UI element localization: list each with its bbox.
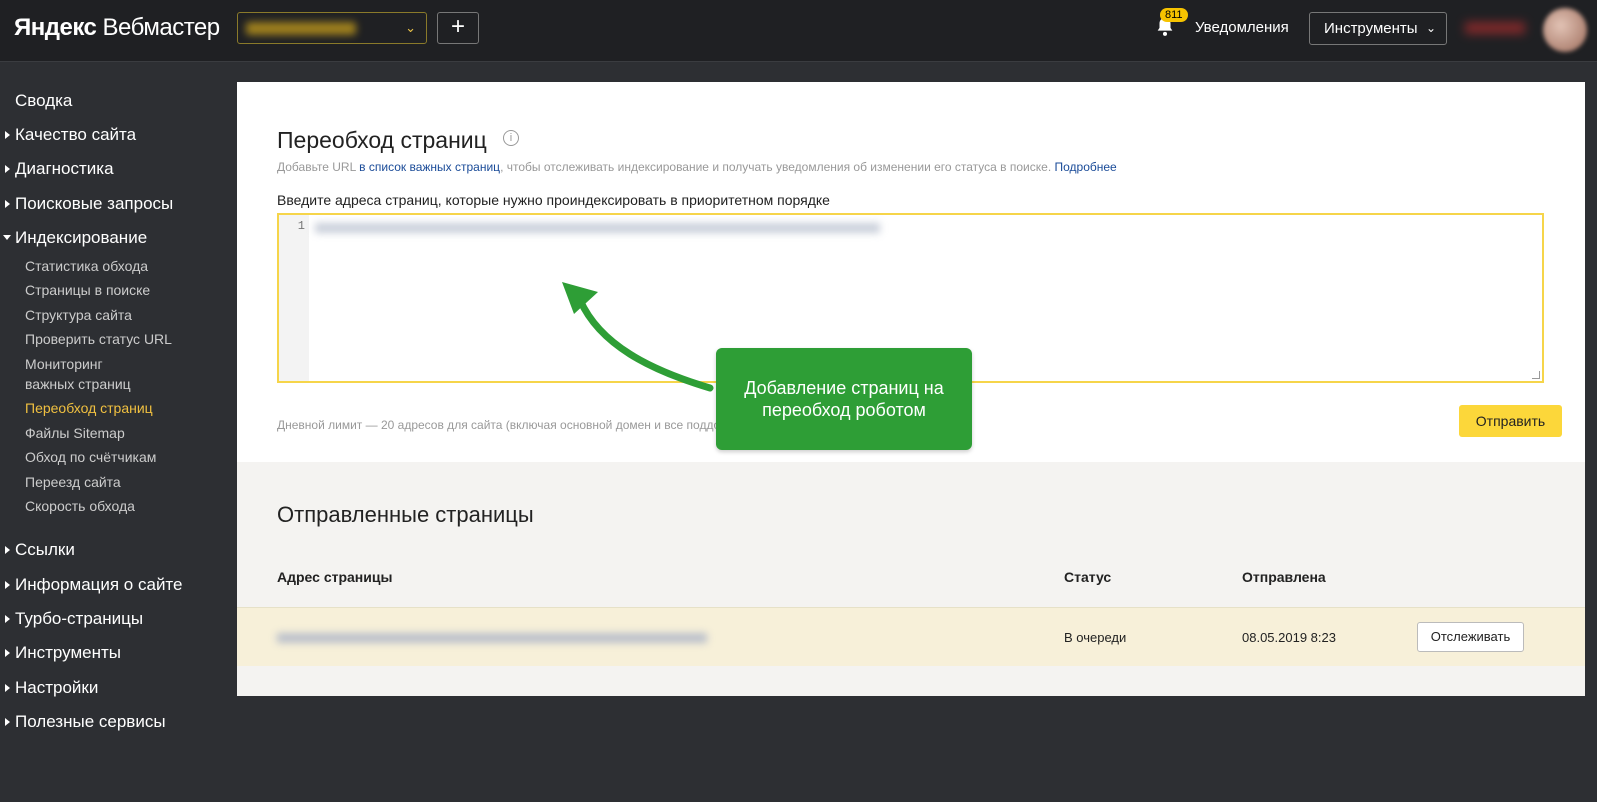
row-url[interactable] [277, 633, 707, 643]
sidebar-subitem-speed[interactable]: Скорость обхода [25, 496, 135, 516]
caret-down-icon [3, 235, 11, 240]
important-pages-link[interactable]: в список важных страниц [359, 160, 500, 174]
sidebar-item-links[interactable]: Ссылки [5, 540, 75, 560]
sidebar-item-turbo[interactable]: Турбо-страницы [5, 609, 144, 629]
site-select[interactable]: ⌄ [237, 12, 427, 44]
logo-product: Вебмастер [102, 14, 221, 41]
tools-label: Инструменты [1324, 20, 1418, 37]
caret-right-icon [5, 200, 10, 208]
sidebar-item-label: Индексирование [15, 228, 148, 247]
caret-right-icon [5, 546, 10, 554]
send-button[interactable]: Отправить [1459, 405, 1562, 437]
tools-dropdown[interactable]: Инструменты ⌄ [1309, 12, 1447, 45]
sidebar-item-settings[interactable]: Настройки [5, 678, 99, 698]
more-link[interactable]: Подробнее [1054, 160, 1116, 174]
page-title: Переобход страниц [277, 127, 487, 153]
logo[interactable]: Яндекс Вебмастер [14, 14, 220, 42]
sidebar-item-diagnostics[interactable]: Диагностика [5, 159, 114, 179]
site-select-value [246, 22, 356, 35]
sidebar-item-services[interactable]: Полезные сервисы [5, 712, 166, 732]
sidebar-item-queries[interactable]: Поисковые запросы [5, 194, 174, 214]
line-gutter: 1 [279, 215, 309, 381]
sidebar-item-label: Ссылки [15, 540, 75, 559]
track-button[interactable]: Отслеживать [1417, 622, 1524, 652]
column-header-url: Адрес страницы [277, 569, 393, 585]
sidebar-item-summary[interactable]: Сводка [15, 91, 72, 111]
sidebar-subitem-sitemap[interactable]: Файлы Sitemap [25, 423, 125, 443]
callout-annotation: Добавление страниц на переобход роботом [716, 348, 972, 450]
sidebar-item-tools[interactable]: Инструменты [5, 643, 122, 663]
notifications-badge: 811 [1160, 8, 1188, 22]
avatar[interactable] [1543, 8, 1587, 52]
caret-right-icon [5, 718, 10, 726]
line-number: 1 [297, 219, 305, 233]
caret-right-icon [5, 581, 10, 589]
sent-pages-title: Отправленные страницы [277, 502, 534, 527]
caret-right-icon [5, 649, 10, 657]
notifications-link[interactable]: Уведомления [1195, 19, 1289, 36]
top-header: Яндекс Вебмастер ⌄ + 811 Уведомления Инс… [0, 0, 1597, 62]
sidebar-subitem-crawl-stats[interactable]: Статистика обхода [25, 256, 148, 276]
sidebar-item-label: Информация о сайте [15, 575, 183, 594]
chevron-down-icon: ⌄ [405, 20, 416, 35]
sent-pages-section: Отправленные страницы Адрес страницы Ста… [237, 462, 1585, 696]
sidebar-subitem-counters[interactable]: Обход по счётчикам [25, 447, 156, 467]
sidebar-item-quality[interactable]: Качество сайта [5, 125, 137, 145]
sidebar-item-label: Инструменты [15, 643, 122, 662]
sidebar-item-indexing[interactable]: Индексирование [3, 228, 148, 248]
sidebar-item-label: Настройки [15, 678, 99, 697]
callout-text: Добавление страниц на переобход роботом [744, 378, 944, 420]
user-name[interactable] [1465, 22, 1525, 34]
sidebar-item-label: Качество сайта [15, 125, 137, 144]
sidebar-subitem-check-url[interactable]: Проверить статус URL [25, 329, 172, 349]
sidebar-subitem-move[interactable]: Переезд сайта [25, 472, 121, 492]
sidebar-subitem-monitoring-2[interactable]: важных страниц [25, 374, 131, 394]
sidebar-item-label: Сводка [15, 91, 73, 110]
add-site-button[interactable]: + [437, 12, 479, 44]
sidebar-subitem-monitoring[interactable]: Мониторинг [25, 354, 103, 374]
resize-handle[interactable] [1532, 371, 1540, 379]
sidebar-subitem-pages-in-search[interactable]: Страницы в поиске [25, 280, 150, 300]
sidebar-item-label: Полезные сервисы [15, 712, 166, 731]
page-description: Добавьте URL в список важных страниц, чт… [277, 160, 1117, 174]
sidebar-subitem-recrawl[interactable]: Переобход страниц [25, 398, 153, 418]
url-value [315, 223, 880, 233]
caret-right-icon [5, 165, 10, 173]
column-header-sent: Отправлена [1242, 569, 1326, 585]
desc-text: , чтобы отслеживать индексирование и пол… [500, 160, 1055, 174]
sidebar-subitem-site-structure[interactable]: Структура сайта [25, 305, 132, 325]
sidebar-item-label: Поисковые запросы [15, 194, 174, 213]
table-row: В очереди 08.05.2019 8:23 Отслеживать [237, 607, 1585, 666]
chevron-down-icon: ⌄ [1425, 21, 1436, 35]
caret-right-icon [5, 615, 10, 623]
url-input-label: Введите адреса страниц, которые нужно пр… [277, 192, 830, 208]
info-icon[interactable]: i [503, 130, 519, 146]
arrow-icon [562, 282, 714, 392]
column-header-status: Статус [1064, 569, 1112, 585]
row-status: В очереди [1064, 630, 1127, 645]
logo-brand: Яндекс [14, 14, 97, 41]
caret-right-icon [5, 684, 10, 692]
sidebar: Сводка Качество сайта Диагностика Поиско… [0, 63, 237, 802]
caret-right-icon [5, 131, 10, 139]
row-date: 08.05.2019 8:23 [1242, 630, 1336, 645]
desc-text: Добавьте URL [277, 160, 360, 174]
sidebar-item-site-info[interactable]: Информация о сайте [5, 575, 183, 595]
sidebar-item-label: Диагностика [15, 159, 114, 178]
sidebar-item-label: Турбо-страницы [15, 609, 144, 628]
